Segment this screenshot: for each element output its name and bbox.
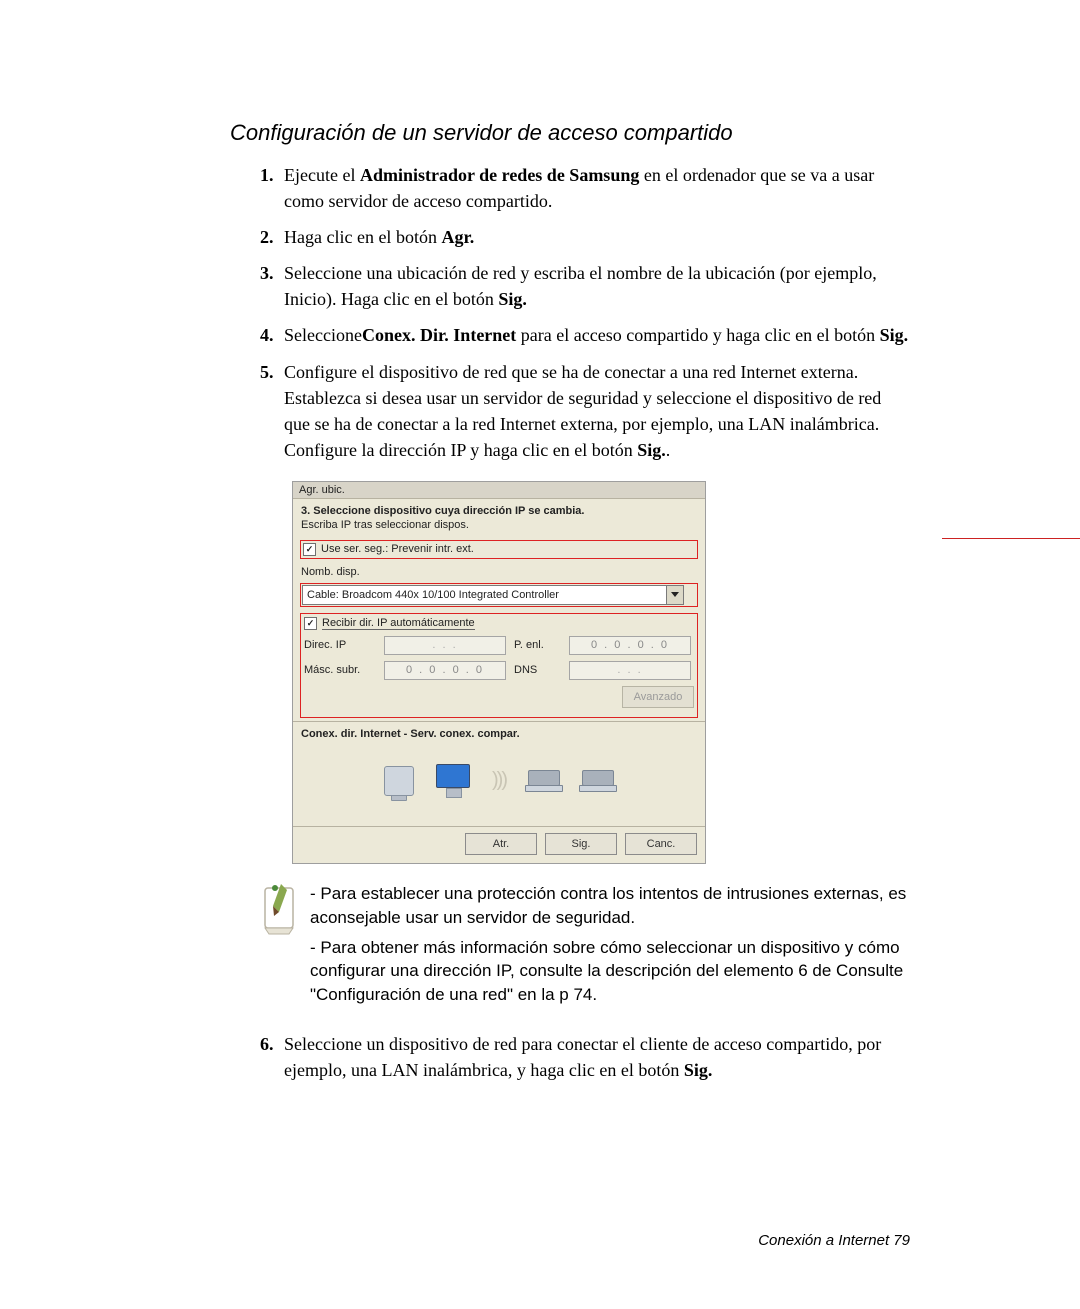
dns-field[interactable]: . . . bbox=[569, 661, 691, 680]
wireless-icon: ))) bbox=[492, 769, 506, 792]
dialog-add-location: Agr. ubic. 3. Seleccione dispositivo cuy… bbox=[292, 481, 706, 864]
chevron-down-icon[interactable] bbox=[666, 586, 683, 604]
section-heading: Configuración de un servidor de acceso c… bbox=[230, 120, 910, 146]
page-footer: Conexión a Internet 79 bbox=[758, 1232, 910, 1249]
device-name-label: Nomb. disp. bbox=[301, 566, 360, 578]
next-button[interactable]: Sig. bbox=[545, 833, 617, 855]
laptop-icon bbox=[582, 770, 614, 792]
dns-label: DNS bbox=[514, 664, 569, 676]
steps-list-cont: Seleccione un dispositivo de red para co… bbox=[278, 1031, 910, 1083]
dialog-step-label: 3. Seleccione dispositivo cuya dirección… bbox=[301, 505, 697, 517]
gateway-field[interactable]: 0 . 0 . 0 . 0 bbox=[569, 636, 691, 655]
mask-label: Másc. subr. bbox=[304, 664, 384, 676]
use-security-server-checkbox[interactable] bbox=[303, 543, 316, 556]
use-security-server-label: Use ser. seg.: Prevenir intr. ext. bbox=[321, 543, 474, 555]
laptop-icon bbox=[528, 770, 560, 792]
ics-diagram: ))) bbox=[301, 744, 697, 818]
dialog-footer: Atr. Sig. Canc. bbox=[293, 826, 705, 863]
step-1: Ejecute el Administrador de redes de Sam… bbox=[278, 162, 910, 214]
dialog-step-hint: Escriba IP tras seleccionar dispos. bbox=[301, 519, 697, 531]
monitor-icon bbox=[436, 764, 470, 798]
device-select-value: Cable: Broadcom 440x 10/100 Integrated C… bbox=[303, 588, 666, 602]
pc-icon bbox=[384, 766, 414, 796]
step-3: Seleccione una ubicación de red y escrib… bbox=[278, 260, 910, 312]
steps-list: Ejecute el Administrador de redes de Sam… bbox=[278, 162, 910, 463]
ip-config-group: Recibir dir. IP automáticamente Direc. I… bbox=[301, 614, 697, 717]
ip-field[interactable]: . . . bbox=[384, 636, 506, 655]
mask-field[interactable]: 0 . 0 . 0 . 0 bbox=[384, 661, 506, 680]
cancel-button[interactable]: Canc. bbox=[625, 833, 697, 855]
note-line-1: - Para establecer una protección contra … bbox=[310, 882, 910, 930]
ip-label: Direc. IP bbox=[304, 639, 384, 651]
note-icon bbox=[248, 882, 310, 938]
back-button[interactable]: Atr. bbox=[465, 833, 537, 855]
auto-ip-label: Recibir dir. IP automáticamente bbox=[322, 617, 475, 630]
advanced-button[interactable]: Avanzado bbox=[622, 686, 694, 708]
step-2: Haga clic en el botón Agr. bbox=[278, 224, 910, 250]
step-6: Seleccione un dispositivo de red para co… bbox=[278, 1031, 910, 1083]
gateway-label: P. enl. bbox=[514, 639, 569, 651]
device-row: Cable: Broadcom 440x 10/100 Integrated C… bbox=[301, 584, 697, 606]
step-4: SeleccioneConex. Dir. Internet para el a… bbox=[278, 322, 910, 348]
ics-section-label: Conex. dir. Internet - Serv. conex. comp… bbox=[301, 728, 697, 740]
auto-ip-checkbox[interactable] bbox=[304, 617, 317, 630]
note-line-2: - Para obtener más información sobre cóm… bbox=[310, 936, 910, 1007]
dialog-title: Agr. ubic. bbox=[293, 482, 705, 499]
device-select[interactable]: Cable: Broadcom 440x 10/100 Integrated C… bbox=[302, 585, 684, 605]
note-block: - Para establecer una protección contra … bbox=[248, 882, 910, 1007]
step-5: Configure el dispositivo de red que se h… bbox=[278, 359, 910, 463]
use-security-server-row: Use ser. seg.: Prevenir intr. ext. bbox=[301, 541, 697, 558]
